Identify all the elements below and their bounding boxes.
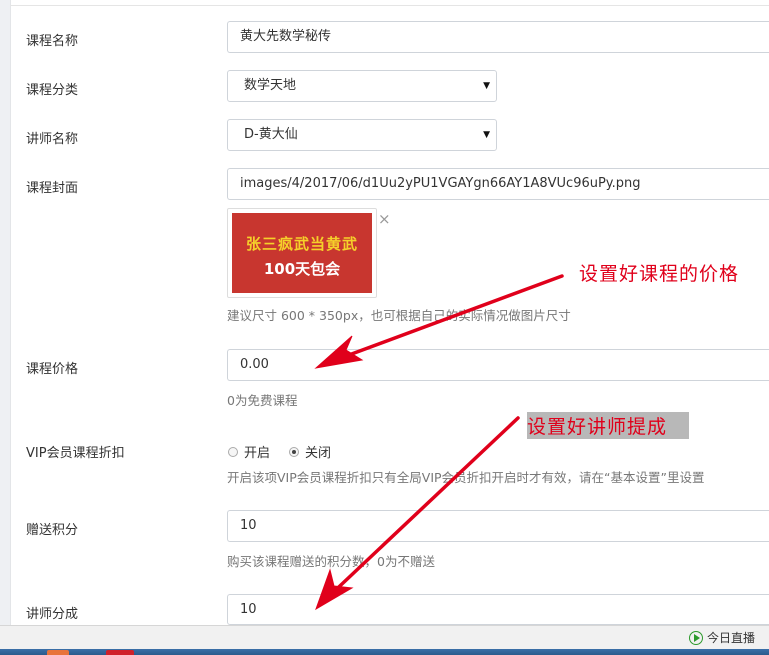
today-live-label: 今日直播: [706, 631, 755, 645]
play-circle-icon: [688, 630, 703, 645]
today-live-button[interactable]: 今日直播: [688, 629, 755, 646]
annotation-arrows: [314, 274, 564, 611]
browser-status-bar: 今日直播: [0, 625, 769, 650]
taskbar-app-icon[interactable]: [106, 650, 134, 655]
price-arrow-line: [328, 274, 564, 364]
taskbar-app-icon[interactable]: [47, 650, 69, 655]
commission-arrow-line: [323, 416, 520, 602]
commission-annotation: 设置好讲师提成: [527, 412, 690, 439]
price-annotation: 设置好课程的价格: [579, 263, 740, 285]
commission-arrowhead: [315, 568, 354, 611]
